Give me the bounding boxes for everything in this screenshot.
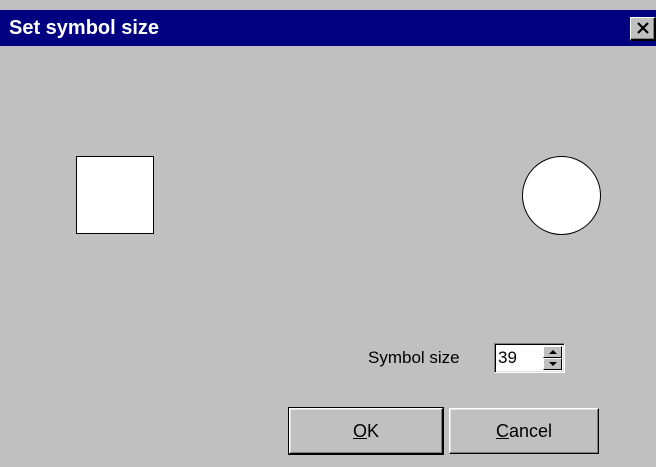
- spin-up-button[interactable]: [543, 346, 562, 358]
- close-button[interactable]: [630, 17, 656, 41]
- dialog-title: Set symbol size: [9, 17, 160, 39]
- arrow-up-icon: [549, 350, 557, 354]
- ok-button[interactable]: OK: [288, 407, 444, 455]
- symbol-size-input[interactable]: [498, 346, 538, 370]
- ok-label-rest: K: [367, 421, 380, 441]
- cancel-mnemonic: C: [495, 421, 509, 441]
- set-symbol-size-dialog: Set symbol size Symbol size OK Cancel: [0, 0, 656, 467]
- close-icon: [637, 22, 649, 34]
- spin-down-button[interactable]: [543, 358, 562, 370]
- symbol-size-spinner[interactable]: [494, 343, 565, 373]
- arrow-down-icon: [549, 362, 557, 366]
- spinner-arrows[interactable]: [543, 346, 562, 370]
- square-symbol-preview: [76, 156, 154, 234]
- cancel-label-rest: ancel: [508, 421, 553, 441]
- ok-mnemonic: O: [352, 421, 367, 441]
- cancel-button[interactable]: Cancel: [449, 408, 599, 454]
- symbol-size-label: Symbol size: [368, 348, 460, 367]
- circle-symbol-preview: [522, 156, 601, 235]
- title-bar[interactable]: Set symbol size: [0, 10, 656, 46]
